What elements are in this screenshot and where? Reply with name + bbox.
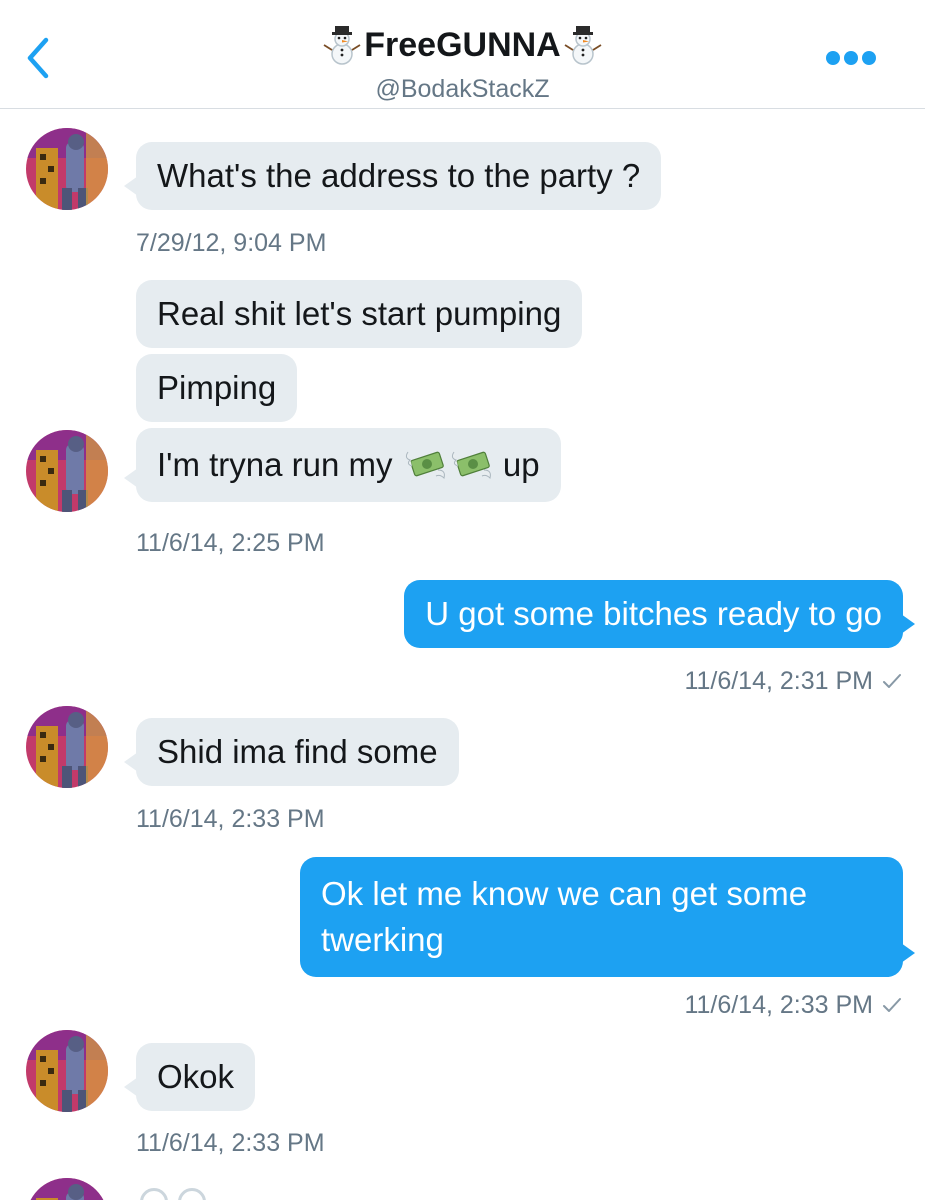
incoming-message[interactable]: Real shit let's start pumping	[136, 280, 583, 348]
avatar-image	[26, 1030, 108, 1112]
timestamp-text: 11/6/14, 2:31 PM	[684, 667, 873, 695]
contact-handle: @BodakStackZ	[375, 75, 550, 103]
incoming-message[interactable]: Pimping	[136, 354, 298, 422]
message-text: I'm tryna run my	[157, 446, 393, 483]
contact-avatar[interactable]	[26, 128, 108, 210]
outgoing-message[interactable]: U got some bitches ready to go	[404, 580, 915, 648]
outgoing-message[interactable]: Ok let me know we can get some twerking	[300, 857, 915, 977]
incoming-message[interactable]: Shid ima find some	[124, 718, 459, 786]
snowman-icon	[323, 26, 361, 65]
incoming-message[interactable]: Okok	[123, 1043, 256, 1111]
contact-display-name: FreeGUNNA	[364, 26, 561, 64]
contact-avatar[interactable]	[26, 430, 108, 512]
snowman-icon	[564, 26, 602, 65]
message-timestamp: 11/6/14, 2:25 PM	[136, 529, 325, 557]
contact-avatar[interactable]	[26, 1178, 108, 1200]
avatar-image	[26, 430, 108, 512]
contact-avatar[interactable]	[26, 706, 108, 788]
conversation-header: FreeGUNNA @BodakStackZ	[0, 0, 925, 109]
partial-eyes-emoji	[140, 1188, 220, 1200]
dm-conversation-screen: FreeGUNNA @BodakStackZ What's the addres…	[0, 0, 925, 1200]
contact-name-row: FreeGUNNA	[320, 22, 604, 68]
contact-avatar[interactable]	[26, 1030, 108, 1112]
incoming-message[interactable]: What's the address to the party ?	[123, 142, 662, 210]
avatar-image	[26, 128, 108, 210]
message-timestamp: 11/6/14, 2:31 PM	[684, 666, 903, 696]
message-timestamp: 11/6/14, 2:33 PM	[684, 990, 903, 1020]
money-with-wings-icon	[451, 451, 491, 479]
checkmark-icon	[883, 998, 901, 1012]
message-timestamp: 11/6/14, 2:33 PM	[136, 805, 325, 833]
message-timestamp: 7/29/12, 9:04 PM	[136, 229, 327, 257]
more-horizontal-icon	[826, 46, 884, 70]
header-title-block: FreeGUNNA @BodakStackZ	[0, 22, 925, 104]
message-timestamp: 11/6/14, 2:33 PM	[136, 1129, 325, 1157]
avatar-image	[26, 706, 108, 788]
money-with-wings-icon	[405, 451, 445, 479]
message-text: up	[502, 446, 540, 483]
incoming-message[interactable]: I'm tryna run my up	[124, 428, 561, 502]
more-options-button[interactable]	[826, 46, 884, 70]
avatar-image	[26, 1178, 108, 1200]
checkmark-icon	[883, 674, 901, 688]
timestamp-text: 11/6/14, 2:33 PM	[684, 991, 873, 1019]
